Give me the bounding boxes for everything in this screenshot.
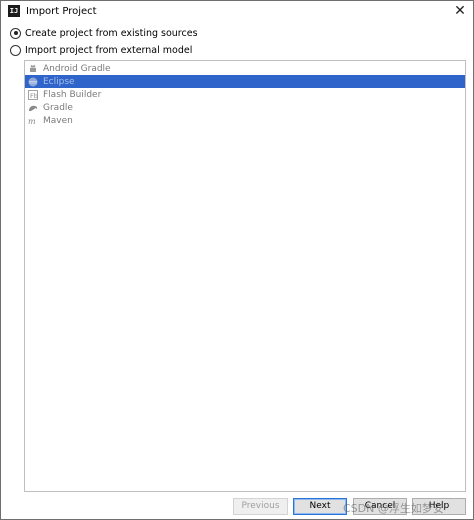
cancel-button[interactable]: Cancel: [353, 498, 407, 515]
intellij-icon: IJ: [8, 5, 20, 19]
external-model-list[interactable]: Android Gradle Eclipse Fb Flash Builder: [24, 60, 466, 492]
previous-button[interactable]: Previous: [233, 498, 288, 515]
list-item-maven[interactable]: m Maven: [25, 114, 465, 127]
gradle-icon: [28, 103, 38, 113]
radio-external-model-label: Import project from external model: [25, 44, 193, 56]
next-button[interactable]: Next: [293, 498, 347, 515]
import-project-dialog: IJ Import Project ✕ Create project from …: [0, 0, 474, 520]
close-icon[interactable]: ✕: [448, 1, 472, 21]
list-item-label: Maven: [43, 115, 73, 126]
list-item-eclipse[interactable]: Eclipse: [25, 75, 465, 88]
svg-text:m: m: [28, 117, 36, 126]
radio-existing-sources-label: Create project from existing sources: [25, 27, 198, 39]
android-icon: [28, 64, 38, 74]
list-item-label: Flash Builder: [43, 89, 102, 100]
radio-existing-sources[interactable]: Create project from existing sources: [10, 26, 198, 40]
help-button[interactable]: Help: [412, 498, 466, 515]
radio-button-unchecked-icon[interactable]: [10, 44, 21, 56]
radio-button-checked-icon[interactable]: [10, 27, 21, 39]
title-bar: IJ Import Project ✕: [1, 1, 473, 23]
dialog-title: Import Project: [26, 6, 97, 17]
list-item-label: Gradle: [43, 102, 73, 113]
list-item-gradle[interactable]: Gradle: [25, 101, 465, 114]
svg-text:Fb: Fb: [30, 92, 38, 100]
list-item-android-gradle[interactable]: Android Gradle: [25, 62, 465, 75]
maven-icon: m: [28, 116, 38, 126]
eclipse-icon: [28, 77, 38, 87]
list-item-label: Android Gradle: [43, 63, 111, 74]
list-item-label: Eclipse: [43, 76, 75, 87]
flash-builder-icon: Fb: [28, 89, 38, 100]
radio-external-model[interactable]: Import project from external model: [10, 43, 192, 57]
list-item-flash-builder[interactable]: Fb Flash Builder: [25, 88, 465, 101]
